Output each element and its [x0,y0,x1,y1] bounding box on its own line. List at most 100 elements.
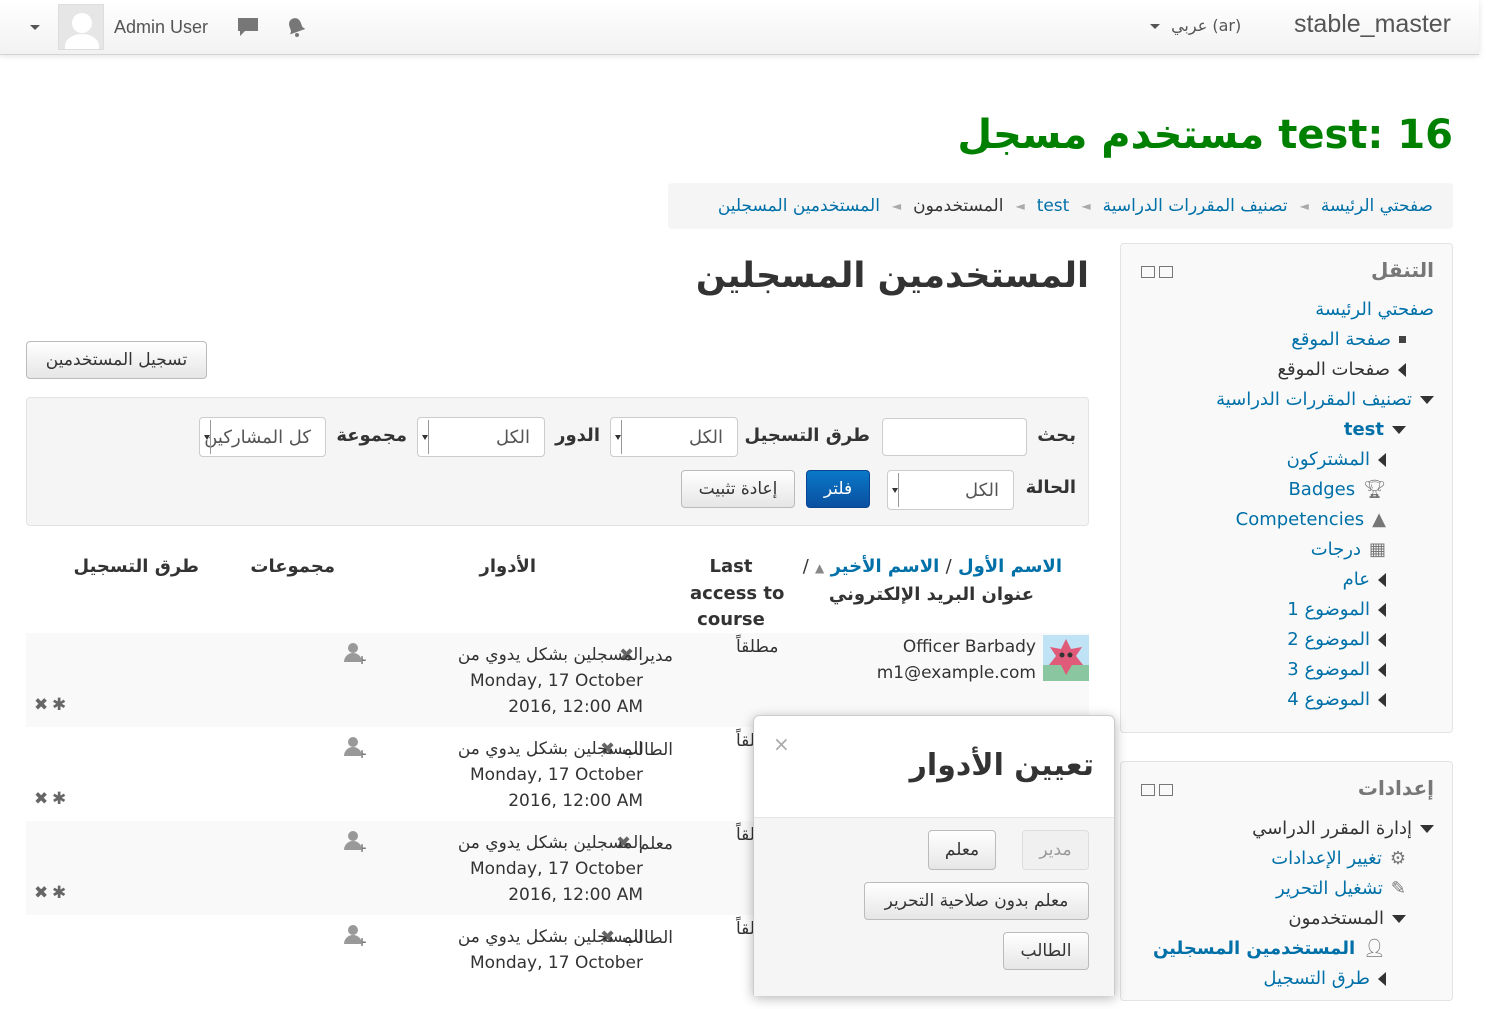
nav-item-course-test[interactable]: test [1344,419,1406,440]
header-separator: / [945,556,952,577]
table-header-name: الاسم الأول / الاسم الأخير ▲ / [803,556,1062,577]
expand-arrow-icon[interactable] [1378,452,1386,467]
enrol-methods-select[interactable]: الكل [610,417,738,457]
breadcrumb-item-course[interactable]: test [1037,196,1070,216]
edit-enrolment-gear-icon[interactable]: ✱ [52,789,66,809]
collapse-arrow-icon[interactable] [1392,425,1406,434]
filter-button[interactable]: فلتر [806,470,870,508]
nav-item-participants[interactable]: المشتركون [1287,449,1386,470]
role-label: مدير [640,646,673,666]
nav-item-site-pages[interactable]: صفحات الموقع [1277,359,1406,380]
language-menu[interactable]: عربي ‎(ar)‎ [1150,16,1241,35]
role-label: الدور [555,425,600,446]
nav-item-badges[interactable]: 🏆︎ Badges [1288,479,1386,500]
collapse-arrow-icon[interactable] [1420,395,1434,404]
nav-item-grades[interactable]: ▦ درجات [1311,539,1386,560]
status-select[interactable]: الكل [887,470,1014,510]
assign-role-icon[interactable]: + [344,925,367,948]
dialog-body: مدير معلم معلم بدون صلاحية التحرير الطال… [754,818,1114,996]
breadcrumb-separator-icon: ◄ [891,199,902,213]
pencil-icon: ✎ [1390,878,1406,899]
message-icon[interactable] [236,16,260,38]
user-menu[interactable]: Admin User [30,4,308,50]
settings-turn-editing-on[interactable]: ✎ تشغيل التحرير [1276,878,1406,899]
sort-firstname-link[interactable]: الاسم الأول [958,556,1062,577]
expand-arrow-icon[interactable] [1378,572,1386,587]
block-controls[interactable] [1141,266,1173,278]
collapse-icon[interactable] [1159,266,1173,278]
assign-role-icon[interactable]: + [344,831,367,854]
collapse-arrow-icon[interactable] [1392,914,1406,923]
nav-item-topic-2[interactable]: الموضوع 2 [1287,629,1386,650]
breadcrumb-item-users: المستخدمون [913,196,1004,216]
block-controls[interactable] [1141,784,1173,796]
navigation-block: التنقل صفحتي الرئيسة صفحة الموقع صفحات ا… [1120,243,1453,733]
expand-arrow-icon[interactable] [1378,662,1386,677]
user-name[interactable]: Admin User [114,17,208,38]
nav-item-site-home[interactable]: صفحة الموقع [1291,329,1406,350]
enrol-method-line1: المسجلين بشكل يدوي من [457,645,643,665]
collapse-icon[interactable] [1159,784,1173,796]
dock-icon[interactable] [1141,266,1155,278]
role-button-non-editing-teacher[interactable]: معلم بدون صلاحية التحرير [864,882,1089,920]
search-input[interactable] [882,418,1027,456]
grades-table-icon: ▦ [1368,539,1386,560]
nav-item-topic-1[interactable]: الموضوع 1 [1287,599,1386,620]
role-label: معلم [638,834,673,854]
sort-lastaccess-link-line2[interactable]: access to [690,583,784,604]
enrol-method-line3: 2016, 12:00 AM [508,791,643,811]
header-groups: مجموعات [250,556,335,577]
role-button-student[interactable]: الطالب [1003,932,1089,970]
assign-role-icon[interactable]: + [344,643,367,666]
avatar[interactable] [58,4,104,50]
nav-item-general[interactable]: عام [1343,569,1386,590]
unenrol-icon[interactable]: ✖ [34,695,48,715]
assign-role-icon[interactable]: + [344,737,367,760]
enrol-method-line1: المسجلين بشكل يدوي من [457,927,643,947]
settings-edit-settings[interactable]: ⚙ تغيير الإعدادات [1271,848,1406,869]
dock-icon[interactable] [1141,784,1155,796]
nav-item-home[interactable]: صفحتي الرئيسة [1315,299,1434,320]
sort-email-link[interactable]: عنوان البريد الإلكتروني [829,584,1034,605]
breadcrumb-item-categories[interactable]: تصنيف المقررات الدراسية [1103,196,1288,216]
expand-arrow-icon[interactable] [1398,362,1406,377]
enrol-users-button[interactable]: تسجيل المستخدمين [26,341,207,379]
sort-lastaccess-link-line3[interactable]: course [690,609,772,630]
unenrol-icon[interactable]: ✖ [34,883,48,903]
user-picture[interactable] [1043,635,1089,681]
settings-course-admin[interactable]: إدارة المقرر الدراسي [1252,818,1434,839]
edit-enrolment-gear-icon[interactable]: ✱ [52,695,66,715]
expand-arrow-icon[interactable] [1378,971,1386,986]
assign-roles-dialog: تعيين الأدوار × مدير معلم معلم بدون صلاح… [753,715,1115,996]
notification-bell-icon[interactable] [284,15,308,39]
sort-lastaccess-link-line1[interactable]: Last [690,556,772,577]
group-select[interactable]: كل المشاركين [199,417,326,457]
close-icon[interactable]: × [773,732,790,756]
nav-item-topic-3[interactable]: الموضوع 3 [1287,659,1386,680]
unenrol-icon[interactable]: ✖ [34,789,48,809]
nav-item-competencies[interactable]: ▲ Competencies [1236,509,1386,530]
expand-arrow-icon[interactable] [1378,602,1386,617]
sort-asc-icon: ▲ [815,561,825,575]
breadcrumb-item-enrolled-users[interactable]: المستخدمين المسجلين [718,196,880,216]
collapse-arrow-icon[interactable] [1420,824,1434,833]
nav-item-course-categories[interactable]: تصنيف المقررات الدراسية [1216,389,1434,410]
nav-item-topic-4[interactable]: الموضوع 4 [1287,689,1386,710]
edit-enrolment-gear-icon[interactable]: ✱ [52,883,66,903]
breadcrumb-separator-icon: ◄ [1081,199,1091,213]
reset-button[interactable]: إعادة تثبيت [681,470,795,508]
breadcrumb-separator-icon: ◄ [1015,199,1025,213]
site-brand[interactable]: stable_master [1294,10,1451,39]
user-fullname[interactable]: Officer Barbady [903,634,1036,660]
caret-down-icon[interactable] [30,24,40,30]
settings-users[interactable]: المستخدمون [1288,908,1406,929]
breadcrumb-item-home[interactable]: صفحتي الرئيسة [1321,196,1433,216]
expand-arrow-icon[interactable] [1378,632,1386,647]
bullet-icon [1399,336,1406,343]
role-select[interactable]: الكل [417,417,545,457]
expand-arrow-icon[interactable] [1378,692,1386,707]
role-button-teacher[interactable]: معلم [928,830,996,870]
sort-lastname-link[interactable]: الاسم الأخير [831,556,940,577]
settings-enrolled-users[interactable]: 👤︎ المستخدمين المسجلين [1153,938,1386,959]
settings-enrolment-methods[interactable]: طرق التسجيل [1263,968,1386,989]
